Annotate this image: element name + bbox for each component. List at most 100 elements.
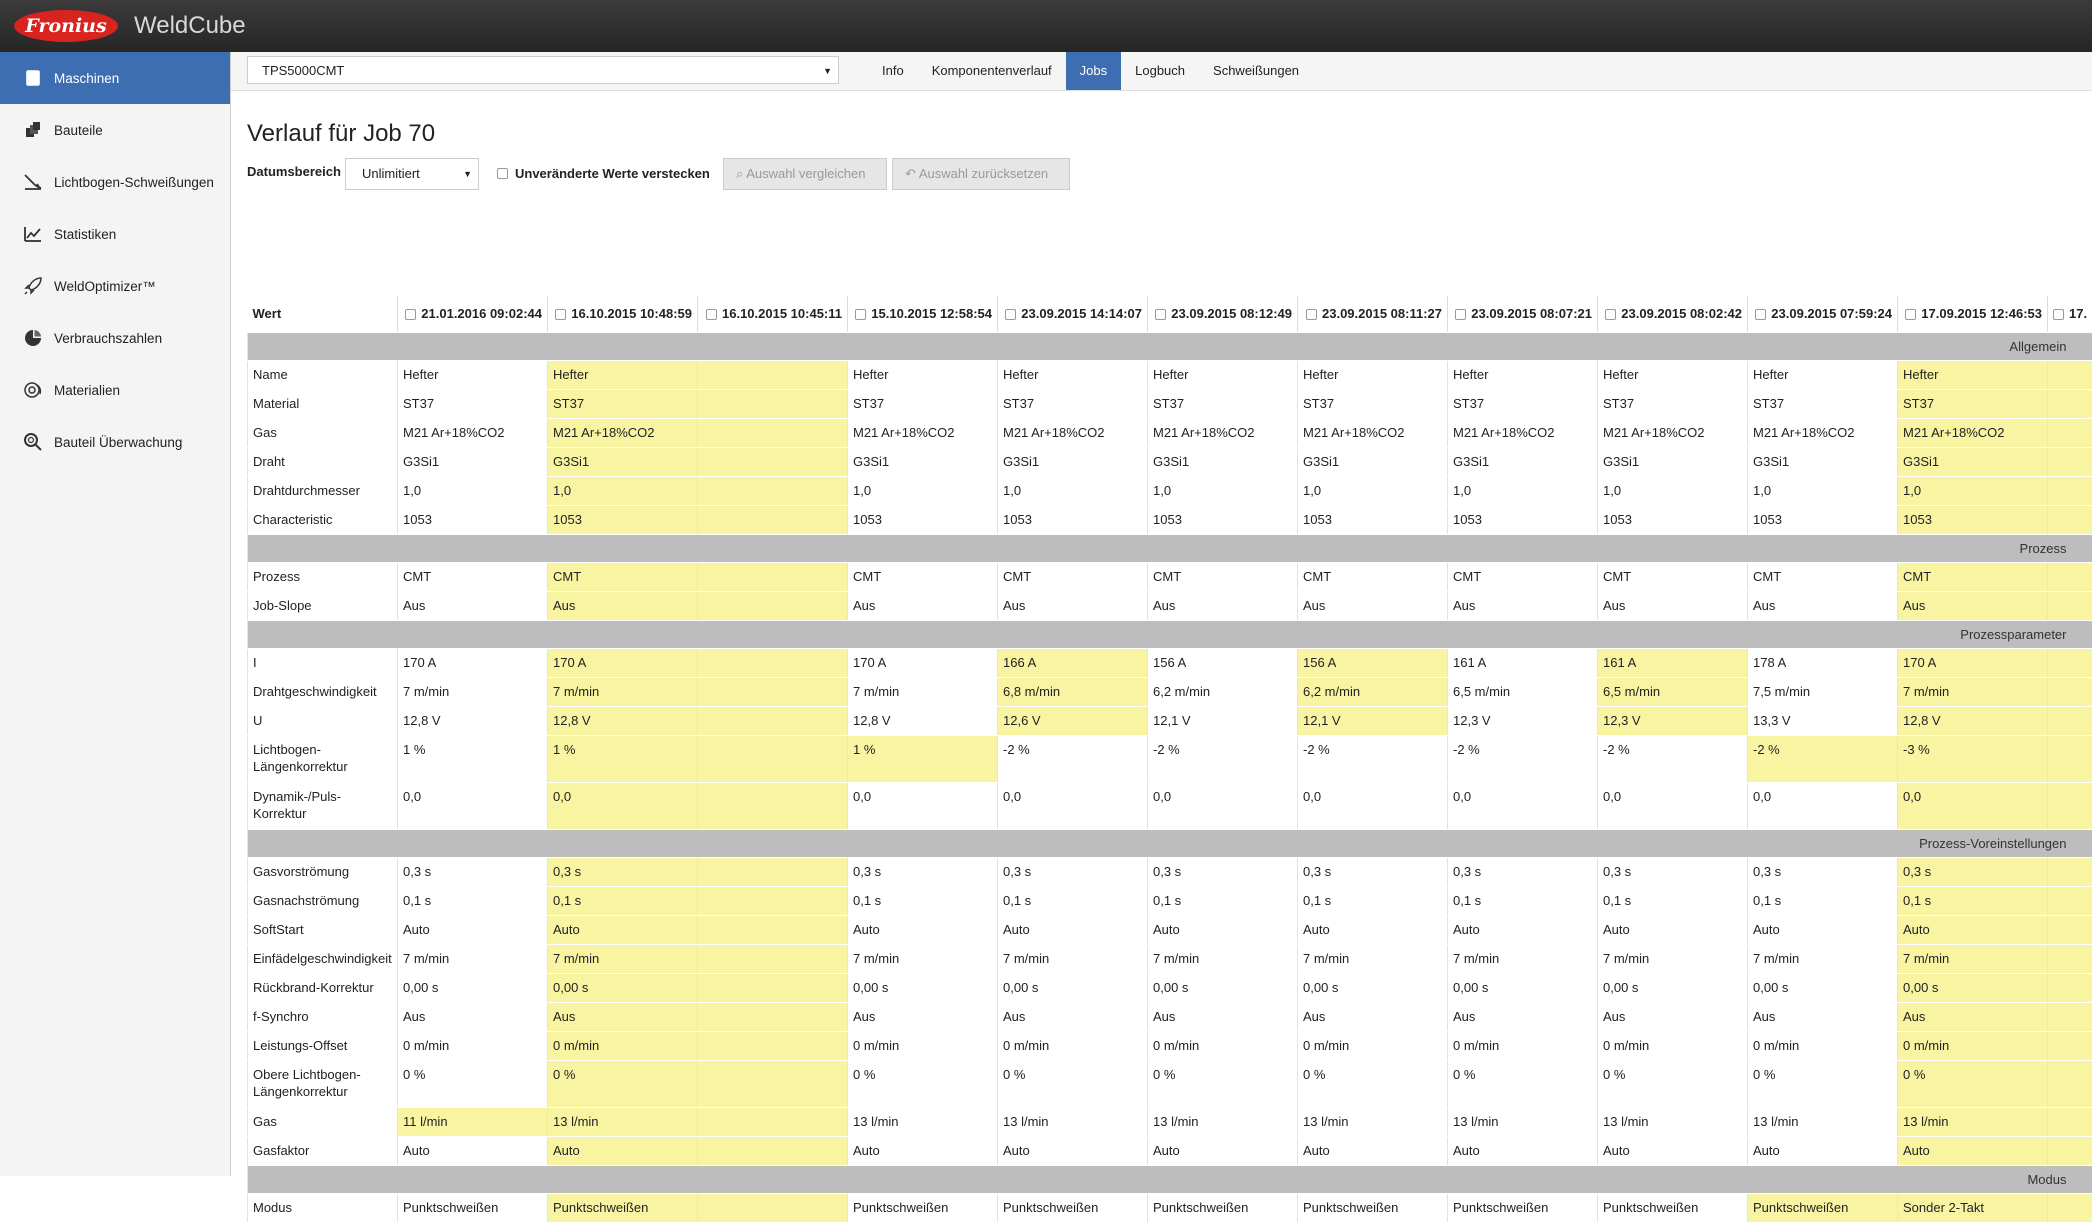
tab-schweißungen[interactable]: Schweißungen — [1199, 52, 1313, 90]
version-select-checkbox[interactable] — [1755, 309, 1766, 320]
hide-unchanged-checkbox[interactable] — [497, 168, 508, 179]
version-select-checkbox[interactable] — [1605, 309, 1616, 320]
version-select-checkbox[interactable] — [1005, 309, 1016, 320]
sidebar-item-maschinen[interactable]: Maschinen — [0, 52, 230, 104]
parameter-value: 0,3 s — [1448, 857, 1598, 886]
parameter-value — [698, 886, 848, 915]
parameter-label: Lichtbogen-Längenkorrektur — [248, 735, 398, 782]
parameter-label: I — [248, 648, 398, 677]
parameter-value: 7 m/min — [1148, 944, 1298, 973]
version-select-checkbox[interactable] — [1905, 309, 1916, 320]
parameter-value: 156 A — [1148, 648, 1298, 677]
sidebar-item-verbrauchszahlen[interactable]: Verbrauchszahlen — [0, 312, 230, 364]
table-row: I170 A170 A170 A166 A156 A156 A161 A161 … — [248, 648, 2092, 677]
parameter-value: 0,00 s — [1748, 973, 1898, 1002]
parameter-value — [2048, 1193, 2092, 1222]
tab-jobs[interactable]: Jobs — [1066, 52, 1121, 90]
table-row: SoftStartAutoAutoAutoAutoAutoAutoAutoAut… — [248, 915, 2092, 944]
parameter-label: Drahtgeschwindigkeit — [248, 677, 398, 706]
parameter-value: Auto — [1448, 915, 1598, 944]
parameter-value: 13 l/min — [1598, 1107, 1748, 1136]
parameter-value: 0,1 s — [1148, 886, 1298, 915]
parameter-value: 1053 — [1148, 505, 1298, 534]
sidebar-item-bauteile[interactable]: Bauteile — [0, 104, 230, 156]
parameter-label: Leistungs-Offset — [248, 1031, 398, 1060]
sidebar-item-materialien[interactable]: Materialien — [0, 364, 230, 416]
parameter-value: 1,0 — [398, 476, 548, 505]
parameter-value: M21 Ar+18%CO2 — [1598, 418, 1748, 447]
parameter-value: 0,1 s — [548, 886, 698, 915]
parameter-value — [698, 944, 848, 973]
parameter-value — [698, 706, 848, 735]
parameter-value — [2048, 1031, 2092, 1060]
parameter-value: 1 % — [548, 735, 698, 782]
parameter-value: CMT — [998, 562, 1148, 591]
version-select-checkbox[interactable] — [1306, 309, 1317, 320]
version-select-checkbox[interactable] — [706, 309, 717, 320]
reset-selection-button[interactable]: ↶ Auswahl zurücksetzen — [892, 158, 1070, 190]
machine-select[interactable]: TPS5000CMT ▼ — [247, 56, 839, 84]
version-select-checkbox[interactable] — [405, 309, 416, 320]
parameter-value — [698, 447, 848, 476]
version-select-checkbox[interactable] — [855, 309, 866, 320]
sidebar-item-lichtbogen-schweißungen[interactable]: Lichtbogen-Schweißungen — [0, 156, 230, 208]
parameter-value: Auto — [1298, 915, 1448, 944]
parameter-label: Modus — [248, 1193, 398, 1222]
parameter-value: 7 m/min — [1598, 944, 1748, 973]
parameter-value: -2 % — [1448, 735, 1598, 782]
version-select-checkbox[interactable] — [2053, 309, 2064, 320]
parameter-value: 7 m/min — [1898, 944, 2048, 973]
parameter-value: Sonder 2-Takt — [1898, 1193, 2048, 1222]
parameter-value: 12,8 V — [848, 706, 998, 735]
parameter-value: 0,00 s — [1298, 973, 1448, 1002]
fronius-logo[interactable]: Fronius — [14, 10, 118, 42]
parameter-value: Punktschweißen — [1148, 1193, 1298, 1222]
table-row: Leistungs-Offset0 m/min0 m/min0 m/min0 m… — [248, 1031, 2092, 1060]
parameter-value: Hefter — [1448, 360, 1598, 389]
sidebar-item-bauteil-überwachung[interactable]: Bauteil Überwachung — [0, 416, 230, 468]
parameter-value: 0,1 s — [1298, 886, 1448, 915]
parameter-value: 0,00 s — [1598, 973, 1748, 1002]
parameter-value: ST37 — [548, 389, 698, 418]
parameter-value: 6,8 m/min — [998, 677, 1148, 706]
parameter-value: 0,1 s — [848, 886, 998, 915]
parameter-value: Auto — [1898, 915, 2048, 944]
tab-komponentenverlauf[interactable]: Komponentenverlauf — [918, 52, 1066, 90]
parameter-value: Aus — [1598, 1002, 1748, 1031]
version-select-checkbox[interactable] — [555, 309, 566, 320]
compare-selection-button[interactable]: ⌕ Auswahl vergleichen — [723, 158, 887, 190]
parameter-value: 0 m/min — [1148, 1031, 1298, 1060]
parameter-value: Auto — [1598, 915, 1748, 944]
sidebar-item-statistiken[interactable]: Statistiken — [0, 208, 230, 260]
parameter-value: M21 Ar+18%CO2 — [848, 418, 998, 447]
pie-chart-icon — [22, 327, 44, 349]
version-timestamp: 21.01.2016 09:02:44 — [421, 306, 542, 321]
parameter-value: 1,0 — [1598, 476, 1748, 505]
tab-logbuch[interactable]: Logbuch — [1121, 52, 1199, 90]
parameter-value: Aus — [1598, 591, 1748, 620]
parameter-label: Prozess — [248, 562, 398, 591]
parameter-value: 1,0 — [848, 476, 998, 505]
parameter-value: Hefter — [848, 360, 998, 389]
version-timestamp: 17.09.2015 12:46:53 — [1921, 306, 2042, 321]
parameter-value — [2048, 648, 2092, 677]
parameter-value: M21 Ar+18%CO2 — [548, 418, 698, 447]
date-range-select[interactable]: Unlimitiert ▼ — [345, 158, 479, 190]
sidebar-item-weldoptimizer[interactable]: WeldOptimizer™ — [0, 260, 230, 312]
parameter-value — [2048, 973, 2092, 1002]
parameter-value: 0 m/min — [848, 1031, 998, 1060]
parameter-value: Hefter — [1598, 360, 1748, 389]
parameter-label: Dynamik-/Puls-Korrektur — [248, 782, 398, 829]
tab-info[interactable]: Info — [868, 52, 918, 90]
version-select-checkbox[interactable] — [1155, 309, 1166, 320]
table-row: Gasnachströmung0,1 s0,1 s0,1 s0,1 s0,1 s… — [248, 886, 2092, 915]
table-row: Characteristic10531053105310531053105310… — [248, 505, 2092, 534]
table-row: Drahtdurchmesser1,01,01,01,01,01,01,01,0… — [248, 476, 2092, 505]
parameter-value: M21 Ar+18%CO2 — [1448, 418, 1598, 447]
search-icon: ⌕ — [736, 166, 743, 181]
sidebar-item-label: Statistiken — [54, 227, 116, 242]
hide-unchanged-toggle[interactable]: Unveränderte Werte verstecken — [497, 166, 710, 181]
parameter-value: Auto — [848, 1136, 998, 1165]
parameter-value: Auto — [1148, 1136, 1298, 1165]
version-select-checkbox[interactable] — [1455, 309, 1466, 320]
